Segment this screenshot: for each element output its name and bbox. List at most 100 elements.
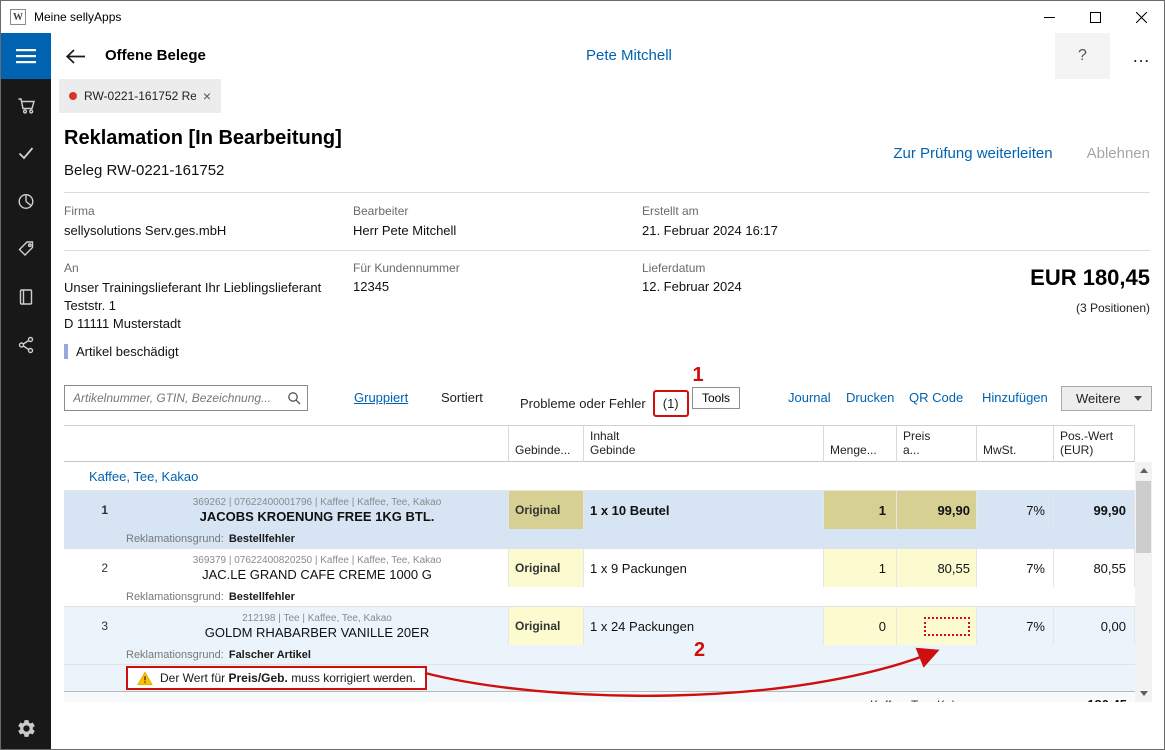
article-meta: 369262 | 07622400001796 | Kaffee | Kaffe… <box>193 496 442 509</box>
table-row[interactable]: 1 369262 | 07622400001796 | Kaffee | Kaf… <box>64 491 1135 529</box>
article-meta: 369379 | 07622400820250 | Kaffee | Kaffe… <box>193 554 442 567</box>
divider <box>64 250 1150 251</box>
tab-label: RW-0221-161752 Re... <box>84 89 196 103</box>
warning-text: Der Wert für Preis/Geb. muss korrigiert … <box>160 671 416 685</box>
scroll-down-icon[interactable] <box>1135 685 1152 702</box>
col-header-mwst[interactable]: MwSt. <box>977 426 1054 462</box>
note-accent-bar <box>64 344 68 359</box>
validation-warning-box: Der Wert für Preis/Geb. muss korrigiert … <box>126 666 427 690</box>
gebinde-cell[interactable]: Original <box>509 491 584 529</box>
reason-row[interactable]: Reklamationsgrund: Bestellfehler <box>64 587 1135 607</box>
tab-close-icon[interactable]: × <box>203 88 211 104</box>
check-icon[interactable] <box>1 133 51 173</box>
share-icon[interactable] <box>1 325 51 365</box>
inhalt-cell: 1 x 10 Beutel <box>584 491 824 529</box>
article-name: JAC.LE GRAND CAFE CREME 1000 G <box>202 567 432 583</box>
group-header[interactable]: Kaffee, Tee, Kakao <box>64 462 1135 491</box>
field-label-bearbeiter: Bearbeiter <box>353 204 408 218</box>
group-footer-row: Kaffee, Tee, Kakao 180,45 <box>64 691 1135 702</box>
tab-document[interactable]: RW-0221-161752 Re... × <box>59 79 221 113</box>
total-amount: EUR 180,45 <box>1030 265 1150 291</box>
problems-count: (1) <box>663 396 679 411</box>
window-controls <box>1026 1 1164 33</box>
field-value-an: Unser Trainingslieferant Ihr Lieblingsli… <box>64 279 321 333</box>
col-header-inhalt[interactable]: InhaltGebinde <box>584 426 824 462</box>
more-dropdown-button[interactable]: Weitere <box>1061 386 1152 411</box>
col-header-article[interactable] <box>116 426 509 462</box>
mwst-cell: 7% <box>977 607 1054 645</box>
minimize-button[interactable] <box>1026 1 1072 33</box>
col-header-gebinde[interactable]: Gebinde... <box>509 426 584 462</box>
reason-row[interactable]: Reklamationsgrund: Bestellfehler <box>64 529 1135 549</box>
menge-cell[interactable]: 1 <box>824 491 897 529</box>
col-header-poswert[interactable]: Pos.-Wert(EUR) <box>1054 426 1135 462</box>
main-content: Reklamation [In Bearbeitung] Zur Prüfung… <box>51 113 1164 749</box>
gear-icon[interactable] <box>1 708 51 748</box>
tools-button[interactable]: Tools <box>692 387 740 409</box>
warning-row: Der Wert für Preis/Geb. muss korrigiert … <box>64 665 1135 691</box>
help-button[interactable]: ? <box>1055 33 1110 79</box>
close-button[interactable] <box>1118 1 1164 33</box>
inhalt-cell: 1 x 9 Packungen <box>584 549 824 587</box>
reason-row[interactable]: Reklamationsgrund: Falscher Artikel <box>64 645 1135 665</box>
complaint-note: Artikel beschädigt <box>64 344 179 359</box>
table-row[interactable]: 3 212198 | Tee | Kaffee, Tee, Kakao GOLD… <box>64 607 1135 645</box>
maximize-button[interactable] <box>1072 1 1118 33</box>
grouped-toggle[interactable]: Gruppiert <box>354 390 408 405</box>
print-link[interactable]: Drucken <box>846 390 894 405</box>
positions-count: (3 Positionen) <box>1076 301 1150 315</box>
qr-code-link[interactable]: QR Code <box>909 390 963 405</box>
forward-for-review-button[interactable]: Zur Prüfung weiterleiten <box>893 145 1052 162</box>
pie-chart-icon[interactable] <box>1 181 51 221</box>
scrollbar-thumb[interactable] <box>1136 481 1151 553</box>
table-scrollbar[interactable] <box>1135 462 1152 702</box>
menge-cell[interactable]: 1 <box>824 549 897 587</box>
app-window: W Meine sellyApps Offene Belege Pete Mit… <box>0 0 1165 750</box>
preis-cell[interactable]: 80,55 <box>897 549 977 587</box>
col-header-menge[interactable]: Menge... <box>824 426 897 462</box>
hamburger-menu-icon[interactable] <box>1 33 51 79</box>
menge-cell[interactable]: 0 <box>824 607 897 645</box>
inhalt-cell: 1 x 24 Packungen <box>584 607 824 645</box>
reason-value: Falscher Artikel <box>229 649 311 661</box>
poswert-cell: 80,55 <box>1054 549 1135 587</box>
reject-button[interactable]: Ablehnen <box>1087 145 1150 162</box>
gebinde-cell[interactable]: Original <box>509 549 584 587</box>
field-value-kundennummer: 12345 <box>353 279 389 294</box>
book-icon[interactable] <box>1 277 51 317</box>
table-header-row: Gebinde... InhaltGebinde Menge... Preisa… <box>64 425 1135 462</box>
add-link[interactable]: Hinzufügen <box>982 390 1048 405</box>
annotation-step-1: 1 <box>693 364 704 387</box>
col-header-num <box>64 426 116 462</box>
tab-bar: RW-0221-161752 Re... × <box>51 79 1164 113</box>
preis-cell-empty[interactable] <box>897 607 977 645</box>
gebinde-cell[interactable]: Original <box>509 607 584 645</box>
app-header: Offene Belege Pete Mitchell ? … <box>1 33 1164 79</box>
document-actions: Zur Prüfung weiterleiten Ablehnen <box>893 145 1150 162</box>
article-name: JACOBS KROENUNG FREE 1KG BTL. <box>200 509 435 525</box>
user-name[interactable]: Pete Mitchell <box>586 47 672 64</box>
cart-icon[interactable] <box>1 85 51 125</box>
col-header-preis[interactable]: Preisa... <box>897 426 977 462</box>
field-value-erstellt-am: 21. Februar 2024 16:17 <box>642 223 778 238</box>
preis-cell[interactable]: 99,90 <box>897 491 977 529</box>
sorted-toggle[interactable]: Sortiert <box>441 390 483 405</box>
reason-value: Bestellfehler <box>229 533 295 545</box>
mwst-cell: 7% <box>977 491 1054 529</box>
problems-filter[interactable]: Probleme oder Fehler (1) 1 <box>520 390 689 417</box>
table-row[interactable]: 2 369379 | 07622400820250 | Kaffee | Kaf… <box>64 549 1135 587</box>
journal-link[interactable]: Journal <box>788 390 831 405</box>
poswert-cell: 99,90 <box>1054 491 1135 529</box>
back-arrow-icon[interactable] <box>59 42 91 70</box>
search-input[interactable] <box>64 385 308 411</box>
titlebar: W Meine sellyApps <box>1 1 1164 33</box>
field-value-bearbeiter: Herr Pete Mitchell <box>353 223 456 238</box>
reason-value: Bestellfehler <box>229 591 295 603</box>
reason-label: Reklamationsgrund: <box>126 649 224 661</box>
tag-icon[interactable] <box>1 229 51 269</box>
poswert-cell: 0,00 <box>1054 607 1135 645</box>
positions-table: Gebinde... InhaltGebinde Menge... Preisa… <box>64 425 1135 702</box>
more-dropdown-label: Weitere <box>1076 391 1121 406</box>
scroll-up-icon[interactable] <box>1135 462 1152 479</box>
header-more-button[interactable]: … <box>1118 33 1164 79</box>
